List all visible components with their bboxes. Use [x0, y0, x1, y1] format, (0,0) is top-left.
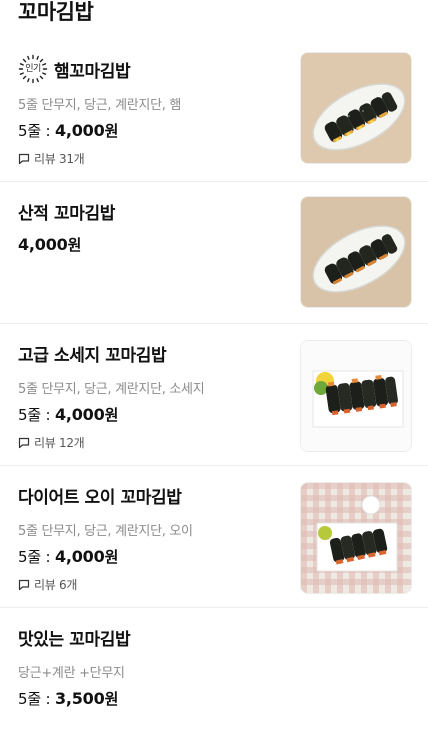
price-value: 4,000	[54, 547, 105, 566]
item-description: 5줄 단무지, 당근, 계란지단, 오이	[18, 524, 193, 539]
price-value: 3,500	[54, 689, 105, 708]
page-title: 꼬마김밥	[18, 0, 94, 24]
item-name: 햄꼬마김밥	[54, 61, 131, 82]
kimbap-plate-image	[301, 197, 411, 307]
item-price: 5줄 : 4,000원	[18, 404, 118, 425]
menu-item-sanjeok[interactable]: 산적 꼬마김밥 4,000원	[0, 182, 428, 324]
item-review[interactable]: 리뷰 31개	[18, 150, 85, 167]
price-prefix: 5줄 :	[18, 122, 55, 140]
item-name: 맛있는 꼬마김밥	[18, 629, 131, 650]
kimbap-plate-image	[301, 53, 411, 163]
item-photo[interactable]	[300, 340, 412, 452]
comment-icon	[18, 579, 30, 590]
popular-badge: 인기	[18, 54, 48, 84]
item-price: 4,000원	[18, 234, 81, 255]
price-value: 4,000	[54, 405, 105, 424]
item-price: 5줄 : 4,000원	[18, 546, 118, 567]
item-photo[interactable]	[300, 482, 412, 594]
item-photo[interactable]	[300, 52, 412, 164]
item-review[interactable]: 리뷰 6개	[18, 576, 77, 593]
item-price: 5줄 : 4,000원	[18, 120, 118, 141]
comment-icon	[18, 153, 30, 164]
menu-item-cucumber[interactable]: 다이어트 오이 꼬마김밥 5줄 단무지, 당근, 계란지단, 오이 5줄 : 4…	[0, 466, 428, 608]
item-name-row: 맛있는 꼬마김밥	[18, 623, 131, 651]
item-review[interactable]: 리뷰 12개	[18, 434, 85, 451]
price-currency: 원	[104, 122, 119, 140]
item-name-row: 산적 꼬마김밥	[18, 197, 115, 225]
price-currency: 원	[104, 406, 119, 424]
menu-item-tasty[interactable]: 맛있는 꼬마김밥 당근+계란 +단무지 5줄 : 3,500원	[0, 608, 428, 750]
comment-icon	[18, 437, 30, 448]
price-currency: 원	[67, 236, 82, 254]
price-currency: 원	[104, 548, 119, 566]
badge-label: 인기	[25, 64, 41, 74]
price-prefix: 5줄 :	[18, 690, 55, 708]
item-price: 5줄 : 3,500원	[18, 688, 118, 709]
item-name-row: 인기 햄꼬마김밥	[18, 54, 131, 84]
item-description: 5줄 단무지, 당근, 계란지단, 햄	[18, 98, 182, 113]
review-count: 리뷰 6개	[34, 578, 78, 592]
item-description: 당근+계란 +단무지	[18, 666, 125, 681]
price-value: 4,000	[54, 121, 105, 140]
item-name-row: 다이어트 오이 꼬마김밥	[18, 481, 182, 509]
review-count: 리뷰 12개	[34, 436, 85, 450]
price-value: 4,000	[18, 235, 68, 254]
item-name-row: 고급 소세지 꼬마김밥	[18, 339, 167, 367]
kimbap-white-plate-image	[301, 341, 411, 451]
review-count: 리뷰 31개	[34, 152, 85, 166]
kimbap-checkered-image	[301, 483, 411, 593]
menu-item-ham[interactable]: 인기 햄꼬마김밥 5줄 단무지, 당근, 계란지단, 햄 5줄 : 4,000원…	[0, 40, 428, 182]
item-description: 5줄 단무지, 당근, 계란지단, 소세지	[18, 382, 205, 397]
price-prefix: 5줄 :	[18, 406, 55, 424]
item-name: 다이어트 오이 꼬마김밥	[18, 487, 182, 508]
menu-list: 인기 햄꼬마김밥 5줄 단무지, 당근, 계란지단, 햄 5줄 : 4,000원…	[0, 40, 428, 750]
price-currency: 원	[104, 690, 119, 708]
item-name: 산적 꼬마김밥	[18, 203, 115, 224]
price-prefix: 5줄 :	[18, 548, 55, 566]
item-name: 고급 소세지 꼬마김밥	[18, 345, 167, 366]
item-photo[interactable]	[300, 196, 412, 308]
menu-item-sausage[interactable]: 고급 소세지 꼬마김밥 5줄 단무지, 당근, 계란지단, 소세지 5줄 : 4…	[0, 324, 428, 466]
